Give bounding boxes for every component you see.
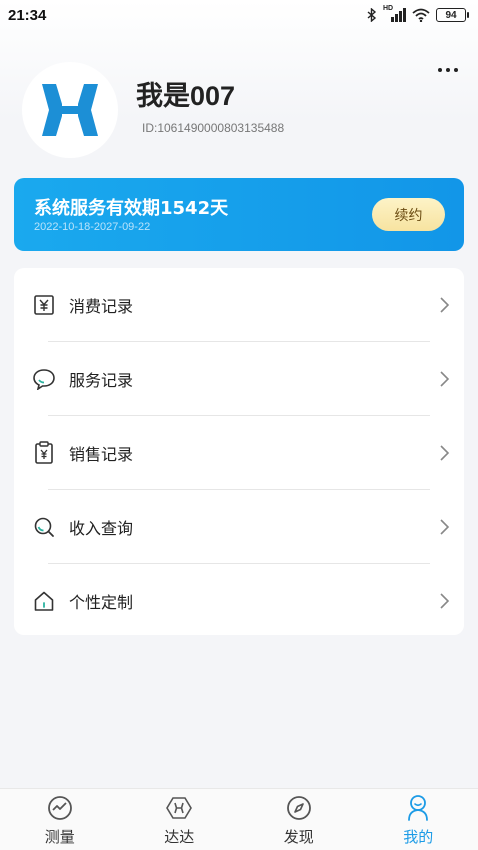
profile-header: 我是007 ID:1061490000803135488 bbox=[0, 58, 478, 162]
person-icon bbox=[404, 794, 432, 822]
tab-label: 我的 bbox=[403, 828, 434, 846]
renew-button[interactable]: 续约 bbox=[372, 198, 445, 231]
menu-item-personalization[interactable]: 个性定制 bbox=[14, 564, 464, 637]
tab-label: 发现 bbox=[283, 828, 314, 846]
menu-item-income-query[interactable]: 收入查询 bbox=[14, 490, 464, 563]
home-icon bbox=[32, 589, 56, 613]
service-validity-card: 系统服务有效期1542天 2022-10-18-2027-09-22 续约 bbox=[14, 178, 464, 251]
wifi-icon bbox=[412, 8, 430, 22]
hex-logo-icon bbox=[165, 794, 193, 822]
tab-mine[interactable]: 我的 bbox=[359, 789, 478, 850]
tab-label: 测量 bbox=[44, 828, 75, 846]
network-type-label: HD bbox=[383, 5, 394, 12]
status-bar: 21:34 HD 94 bbox=[0, 0, 478, 30]
compass-icon bbox=[285, 794, 313, 822]
bluetooth-icon bbox=[367, 8, 377, 22]
tab-discover[interactable]: 发现 bbox=[239, 789, 359, 850]
menu-item-label: 服务记录 bbox=[69, 370, 134, 390]
username: 我是007 bbox=[136, 81, 236, 111]
clipboard-yuan-icon bbox=[32, 440, 56, 465]
menu-item-label: 消费记录 bbox=[69, 296, 134, 316]
service-title: 系统服务有效期1542天 bbox=[34, 198, 229, 219]
more-dot-icon bbox=[446, 68, 450, 72]
status-icons: HD 94 bbox=[367, 5, 469, 22]
more-dot-icon bbox=[438, 68, 442, 72]
chevron-right-icon bbox=[440, 592, 450, 609]
menu-item-consumption-records[interactable]: 消费记录 bbox=[14, 268, 464, 341]
chevron-right-icon bbox=[440, 370, 450, 387]
bottom-tab-bar: 测量 达达 发现 我的 bbox=[0, 788, 478, 850]
search-icon bbox=[32, 515, 56, 539]
tab-measure[interactable]: 测量 bbox=[0, 789, 120, 850]
avatar[interactable] bbox=[22, 62, 118, 158]
status-time: 21:34 bbox=[8, 6, 47, 24]
menu-item-label: 个性定制 bbox=[69, 592, 134, 612]
tab-label: 达达 bbox=[164, 828, 195, 846]
chevron-right-icon bbox=[440, 518, 450, 535]
tab-dada[interactable]: 达达 bbox=[120, 789, 240, 850]
brand-logo-icon bbox=[42, 84, 98, 136]
service-dates: 2022-10-18-2027-09-22 bbox=[34, 221, 151, 233]
more-dot-icon bbox=[454, 68, 458, 72]
menu-item-service-records[interactable]: 服务记录 bbox=[14, 342, 464, 415]
yuan-receipt-icon bbox=[32, 293, 56, 317]
menu-list: 消费记录 服务记录 销售记录 收入查询 个性定制 bbox=[14, 268, 464, 635]
chat-bubble-icon bbox=[32, 367, 56, 391]
menu-item-label: 收入查询 bbox=[69, 518, 134, 538]
menu-item-sales-records[interactable]: 销售记录 bbox=[14, 416, 464, 489]
chevron-right-icon bbox=[440, 444, 450, 461]
more-options-button[interactable] bbox=[432, 60, 464, 80]
chart-circle-icon bbox=[46, 794, 74, 822]
battery-icon: 94 bbox=[436, 8, 469, 22]
user-id: ID:1061490000803135488 bbox=[142, 121, 285, 135]
chevron-right-icon bbox=[440, 296, 450, 313]
signal-icon: HD bbox=[383, 5, 406, 22]
menu-item-label: 销售记录 bbox=[69, 444, 134, 464]
